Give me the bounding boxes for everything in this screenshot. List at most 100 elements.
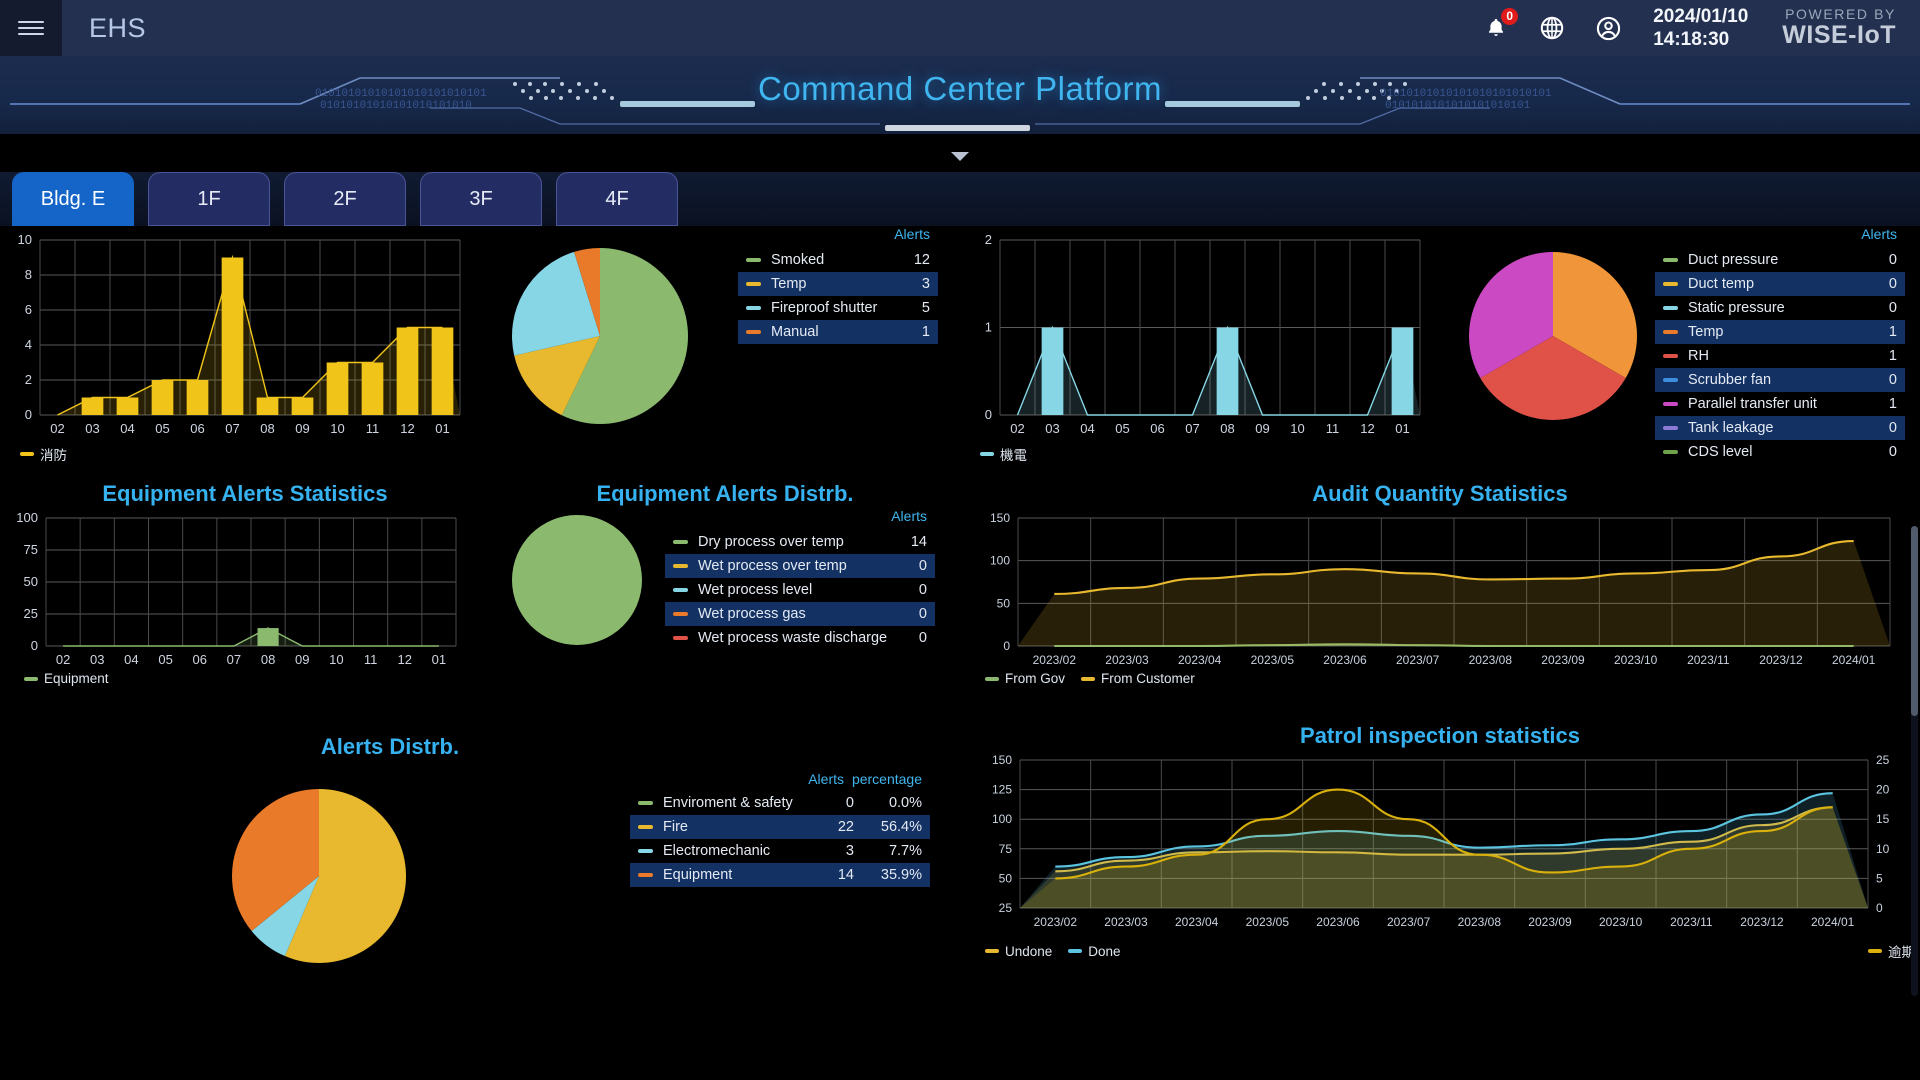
audit-quantity-statistics-title: Audit Quantity Statistics [1312,481,1568,506]
legend-row-tank-leakage[interactable]: Tank leakage 0 [1655,416,1905,440]
legend-row-wet-process-level[interactable]: Wet process level 0 [665,578,935,602]
eqd-legend-header-alerts: Alerts [891,508,927,524]
legend-item-done[interactable]: Done [1068,944,1121,959]
legend-row-scrubber-fan[interactable]: Scrubber fan 0 [1655,368,1905,392]
svg-text:10: 10 [330,421,344,436]
legend-label-wet-process-level: Wet process level [698,582,813,598]
svg-text:2023/05: 2023/05 [1246,915,1290,929]
legend-row-wet-process-gas[interactable]: Wet process gas 0 [665,602,935,626]
legend-row-duct-pressure[interactable]: Duct pressure 0 [1655,248,1905,272]
table-row-electromechanic[interactable]: Electromechanic 3 7.7% [630,839,930,863]
legend-swatch-tank-leakage [1663,426,1678,430]
svg-text:75: 75 [24,542,38,557]
legend-label-wet-process-waste-discharge: Wet process waste discharge [698,630,888,646]
legend-row-wet-process-over-temp[interactable]: Wet process over temp 0 [665,554,935,578]
table-row-equipment[interactable]: Equipment 14 35.9% [630,863,930,887]
legend-row-cds-level[interactable]: CDS level 0 [1655,440,1905,464]
powered-by-block: POWERED BY WISE-IoT [1782,7,1896,49]
tab-bldg-e[interactable]: Bldg. E [12,172,134,226]
row-alerts-electromechanic: 3 [845,843,854,859]
dashboard-content: 0 2 4 6 8 10 02 03 04 05 06 07 08 09 10 11 12 01 消防 Alert… [0,226,1920,1054]
svg-text:0: 0 [985,407,992,422]
floor-tabs-bar: Bldg. E 1F 2F 3F 4F [0,172,1920,226]
tab-2f[interactable]: 2F [284,172,406,226]
svg-text:15: 15 [1876,812,1890,826]
row-swatch-environment-safety [638,801,653,805]
legend-item-equipment[interactable]: Equipment [24,671,109,686]
tab-1f[interactable]: 1F [148,172,270,226]
legend-swatch-electromechanic [980,452,994,456]
legend-row-rh[interactable]: RH 1 [1655,344,1905,368]
legend-row-fireproof-shutter[interactable]: Fireproof shutter 5 [738,296,938,320]
legend-item-fire[interactable]: 消防 [20,444,67,464]
legend-value-manual: 1 [921,324,930,340]
legend-value-cds-level: 0 [1888,444,1897,460]
legend-item-overdue[interactable]: 逾期 [1868,941,1915,961]
svg-text:06: 06 [193,652,207,667]
table-row-environment-safety[interactable]: Enviroment & safety 0 0.0% [630,791,930,815]
row-percentage-equipment: 35.9% [880,867,922,883]
legend-row-temp[interactable]: Temp 3 [738,272,938,296]
legend-row-manual[interactable]: Manual 1 [738,320,938,344]
svg-text:02: 02 [1010,421,1024,436]
legend-row-wet-process-waste-discharge[interactable]: Wet process waste discharge 0 [665,626,935,650]
legend-row-em-temp[interactable]: Temp 1 [1655,320,1905,344]
svg-text:08: 08 [1220,421,1234,436]
banner-collapse-button[interactable] [0,148,1920,166]
legend-label-rh: RH [1688,348,1709,364]
audit-quantity-statistics-chart: 0 50 100 150 2023/02 2023/03 2023/04 2023/05 202… [970,508,1910,678]
legend-value-tank-leakage: 0 [1888,420,1897,436]
svg-text:09: 09 [295,421,309,436]
svg-text:06: 06 [1150,421,1164,436]
svg-text:5: 5 [1876,871,1883,885]
svg-text:2023/11: 2023/11 [1670,915,1713,929]
legend-value-duct-temp: 0 [1888,276,1897,292]
svg-text:07: 07 [227,652,241,667]
svg-text:04: 04 [120,421,134,436]
legend-row-dry-process-over-temp[interactable]: Dry process over temp 14 [665,530,935,554]
legend-label-em-temp: Temp [1688,324,1724,340]
legend-swatch-fire [20,452,34,456]
svg-text:01: 01 [1395,421,1409,436]
content-scrollbar-thumb[interactable] [1911,526,1918,716]
svg-text:25: 25 [24,606,38,621]
patrol-legend-left-group: Undone Done [985,944,1121,959]
legend-row-parallel-transfer-unit[interactable]: Parallel transfer unit 1 [1655,392,1905,416]
legend-item-undone[interactable]: Undone [985,944,1052,959]
header-datetime: 2024/01/10 14:18:30 [1653,5,1748,51]
notification-bell-button[interactable]: 0 [1481,8,1519,43]
svg-text:11: 11 [364,652,378,667]
svg-text:25: 25 [999,901,1013,915]
svg-text:08: 08 [261,652,275,667]
tab-3f[interactable]: 3F [420,172,542,226]
legend-item-from-gov[interactable]: From Gov [985,671,1065,686]
legend-label-manual: Manual [771,324,819,340]
fire-alerts-pie-chart [490,226,710,446]
table-row-fire[interactable]: Fire 22 56.4% [630,815,930,839]
audit-legend-group: From Gov From Customer [985,671,1195,686]
equipment-chart-footer-legend: Equipment [24,671,109,686]
legend-item-from-customer[interactable]: From Customer [1081,671,1195,686]
svg-text:2024/01: 2024/01 [1832,653,1876,667]
user-account-button[interactable] [1593,13,1623,43]
electromechanic-chart-footer-legend: 機電 [980,444,1027,464]
row-percentage-fire: 56.4% [880,819,922,835]
legend-item-electromechanic[interactable]: 機電 [980,444,1027,464]
legend-row-static-pressure[interactable]: Static pressure 0 [1655,296,1905,320]
banner-bar: 01010101010101010101010101 0101010101010… [0,56,1920,134]
svg-text:2023/03: 2023/03 [1104,915,1148,929]
menu-toggle-button[interactable] [0,0,62,56]
legend-label-undone: Undone [1005,943,1053,959]
svg-text:2023/12: 2023/12 [1740,915,1784,929]
legend-row-duct-temp[interactable]: Duct temp 0 [1655,272,1905,296]
legend-value-dry-process-over-temp: 14 [910,534,927,550]
electromechanic-alerts-statistics-chart: 0 1 2 02 03 04 05 06 07 08 09 10 11 12 01 [960,226,1440,446]
hamburger-icon [18,17,44,39]
svg-text:12: 12 [398,652,412,667]
tab-4f[interactable]: 4F [556,172,678,226]
language-globe-button[interactable] [1537,13,1567,43]
equipment-alerts-distrb-legend-table: Alerts Dry process over temp 14 Wet proc… [665,508,935,650]
electromechanic-alerts-legend-table: Alerts Duct pressure 0 Duct temp 0 Stati… [1655,226,1905,464]
legend-swatch-overdue [1868,949,1882,953]
legend-row-smoked[interactable]: Smoked 12 [738,248,938,272]
